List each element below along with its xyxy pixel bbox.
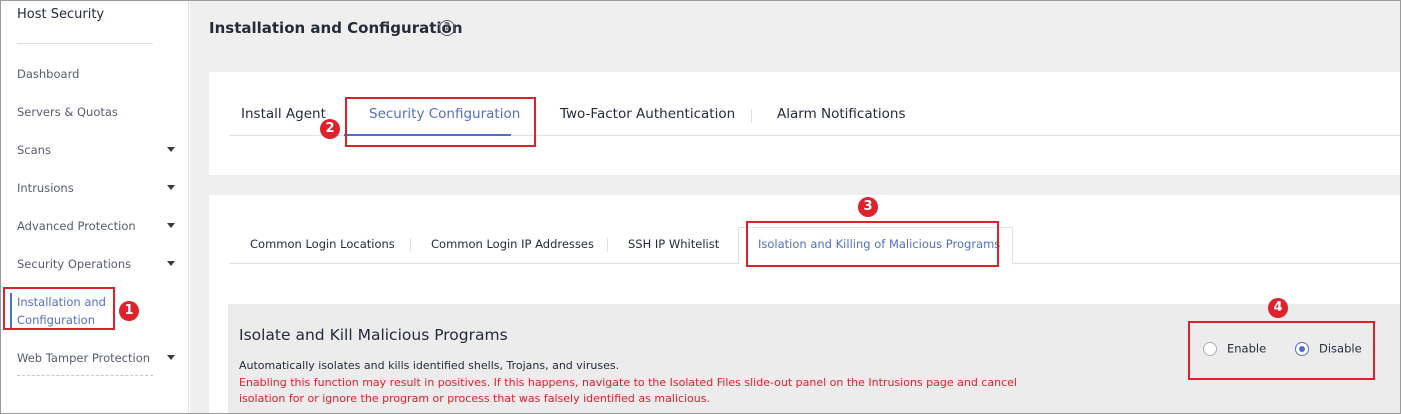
panel-warning: Enabling this function may result in pos… [239, 376, 1017, 405]
sidebar-item-label-line2: Configuration [17, 313, 95, 327]
sidebar-item-label: Security Operations [17, 257, 132, 271]
tab-common-login-locations[interactable]: Common Login Locations [250, 237, 395, 251]
tab-divider [410, 238, 411, 252]
top-tab-bar: Install Agent Security Configuration Two… [229, 106, 1400, 136]
active-indicator [10, 293, 12, 329]
page-title: Installation and Configuration [209, 19, 463, 37]
tab-common-login-ip-addresses[interactable]: Common Login IP Addresses [431, 237, 594, 251]
sidebar-item-servers-quotas[interactable]: Servers & Quotas [17, 105, 179, 119]
sidebar-item-label: Intrusions [17, 181, 74, 195]
chevron-down-icon [167, 223, 175, 228]
sidebar-item-security-operations[interactable]: Security Operations [17, 257, 179, 271]
tab-alarm-notifications[interactable]: Alarm Notifications [777, 106, 906, 122]
help-icon[interactable]: ? [439, 20, 455, 36]
main-content: Installation and Configuration ? Install… [190, 1, 1400, 413]
tab-isolation-killing-malicious-programs[interactable]: Isolation and Killing of Malicious Progr… [758, 237, 1000, 251]
chevron-down-icon [167, 355, 175, 360]
sidebar-item-web-tamper-protection[interactable]: Web Tamper Protection [17, 351, 179, 365]
sidebar-item-intrusions[interactable]: Intrusions [17, 181, 179, 195]
annotation-badge-4: 4 [1268, 298, 1288, 318]
radio-label: Enable [1227, 341, 1267, 356]
chevron-down-icon [167, 261, 175, 266]
annotation-badge-3: 3 [858, 197, 878, 217]
sidebar-item-scans[interactable]: Scans [17, 143, 179, 157]
enable-radio[interactable]: Enable [1203, 341, 1266, 356]
tab-security-configuration[interactable]: Security Configuration [369, 106, 520, 122]
tab-install-agent[interactable]: Install Agent [241, 106, 326, 122]
chevron-down-icon [167, 147, 175, 152]
annotation-badge-1: 1 [119, 301, 139, 321]
security-config-card: Common Login Locations Common Login IP A… [209, 195, 1400, 413]
top-tabs-card: Install Agent Security Configuration Two… [209, 72, 1400, 175]
radio-label: Disable [1319, 341, 1362, 356]
disable-radio[interactable]: Disable [1295, 341, 1362, 356]
radio-circle-checked [1295, 341, 1309, 356]
sidebar-title: Host Security [17, 7, 105, 22]
panel-title: Isolate and Kill Malicious Programs [239, 326, 508, 344]
isolate-kill-panel: Isolate and Kill Malicious Programs Auto… [228, 304, 1400, 413]
panel-description: Automatically isolates and kills identif… [239, 359, 620, 372]
tab-two-factor-authentication[interactable]: Two-Factor Authentication [560, 106, 735, 122]
sidebar: Host Security Dashboard Servers & Quotas… [1, 1, 189, 413]
sidebar-item-label: Scans [17, 143, 51, 157]
active-tab-underline [344, 134, 511, 136]
sub-tab-bar: Common Login Locations Common Login IP A… [229, 227, 1400, 265]
tab-divider [751, 109, 752, 123]
sidebar-divider [17, 43, 153, 44]
sidebar-item-label: Advanced Protection [17, 219, 136, 233]
sidebar-bottom-divider [17, 375, 153, 376]
annotation-badge-2: 2 [320, 119, 340, 139]
radio-circle [1203, 341, 1217, 356]
sidebar-item-label-line1: Installation and [17, 295, 106, 309]
tab-ssh-ip-whitelist[interactable]: SSH IP Whitelist [628, 237, 719, 251]
sidebar-item-dashboard[interactable]: Dashboard [17, 67, 179, 81]
sidebar-item-advanced-protection[interactable]: Advanced Protection [17, 219, 179, 233]
tab-divider [607, 238, 608, 252]
sidebar-item-installation-configuration[interactable]: Installation and Configuration [17, 293, 179, 329]
chevron-down-icon [167, 185, 175, 190]
sidebar-item-label: Web Tamper Protection [17, 351, 151, 365]
